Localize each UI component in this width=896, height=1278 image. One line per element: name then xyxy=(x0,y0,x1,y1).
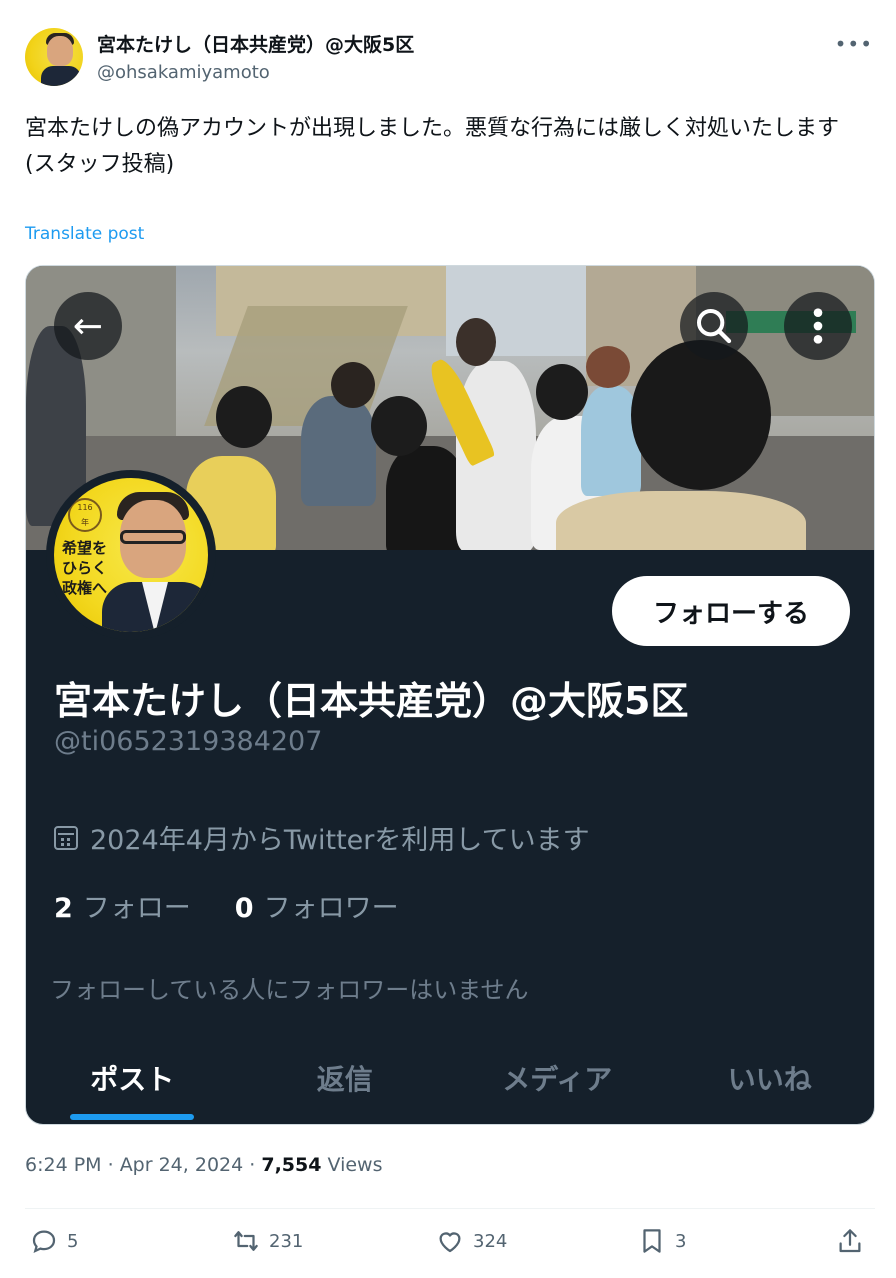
fake-profile-handle: @ti0652319384207 xyxy=(54,726,323,757)
active-tab-indicator xyxy=(70,1114,194,1120)
repost-count: 231 xyxy=(269,1230,304,1252)
tab-likes[interactable]: いいね xyxy=(664,1046,875,1124)
tab-media[interactable]: メディア xyxy=(451,1046,664,1124)
post-header: 宮本たけし（日本共産党）@大阪5区 @ohsakamiyamoto ••• xyxy=(25,28,875,88)
post-actions: 5 231 324 3 xyxy=(25,1226,875,1266)
like-count: 324 xyxy=(473,1230,508,1252)
reply-count: 5 xyxy=(67,1230,79,1252)
follow-counts: 2 フォロー 0 フォロワー xyxy=(54,886,399,925)
followers-count[interactable]: 0 フォロワー xyxy=(235,886,399,925)
views-label: Views xyxy=(327,1154,383,1176)
back-arrow-icon[interactable]: ← xyxy=(54,292,122,360)
share-icon xyxy=(839,1229,861,1253)
post-media-image[interactable]: ← 116 年 希望を ひらく 政権へ フォローする 宮本たけし（日本共産党）@大… xyxy=(25,265,875,1125)
following-count[interactable]: 2 フォロー xyxy=(54,886,191,925)
repost-icon xyxy=(234,1231,258,1251)
author-name[interactable]: 宮本たけし（日本共産党）@大阪5区 xyxy=(97,30,414,57)
post-date[interactable]: Apr 24, 2024 xyxy=(120,1154,244,1176)
share-button[interactable] xyxy=(835,1226,865,1256)
views-count: 7,554 xyxy=(261,1154,322,1176)
bookmark-button[interactable]: 3 xyxy=(637,1226,686,1256)
like-button[interactable]: 324 xyxy=(435,1226,507,1256)
post-time[interactable]: 6:24 PM xyxy=(25,1154,102,1176)
reply-button[interactable]: 5 xyxy=(29,1226,78,1256)
search-icon[interactable] xyxy=(680,292,748,360)
no-mutual-followers-note: フォローしている人にフォロワーはいません xyxy=(50,976,529,1004)
join-date-row: 2024年4月からTwitterを利用しています xyxy=(54,818,590,857)
more-icon[interactable]: ••• xyxy=(835,32,873,56)
post-text: 宮本たけしの偽アカウントが出現しました。悪質な行為には厳しく対処いたします (ス… xyxy=(25,116,840,177)
reply-icon xyxy=(32,1230,56,1254)
divider xyxy=(25,1208,875,1209)
translate-post-link[interactable]: Translate post xyxy=(25,224,144,244)
tab-replies[interactable]: 返信 xyxy=(239,1046,452,1124)
profile-tabs: ポスト 返信 メディア いいね xyxy=(26,1046,875,1124)
like-icon xyxy=(439,1232,461,1253)
bookmark-icon xyxy=(643,1229,661,1253)
join-date-text: 2024年4月からTwitterを利用しています xyxy=(90,825,590,856)
kebab-icon[interactable] xyxy=(784,292,852,360)
follow-button[interactable]: フォローする xyxy=(612,576,850,646)
fake-profile-name: 宮本たけし（日本共産党）@大阪5区 xyxy=(54,679,689,723)
post-timestamp: 6:24 PM · Apr 24, 2024 · 7,554 Views xyxy=(25,1154,383,1176)
fake-profile-avatar: 116 年 希望を ひらく 政権へ xyxy=(46,470,216,640)
author-avatar[interactable] xyxy=(25,28,83,86)
bookmark-count: 3 xyxy=(675,1230,687,1252)
author-handle[interactable]: @ohsakamiyamoto xyxy=(97,62,270,83)
repost-button[interactable]: 231 xyxy=(231,1226,303,1256)
calendar-icon xyxy=(54,825,78,850)
